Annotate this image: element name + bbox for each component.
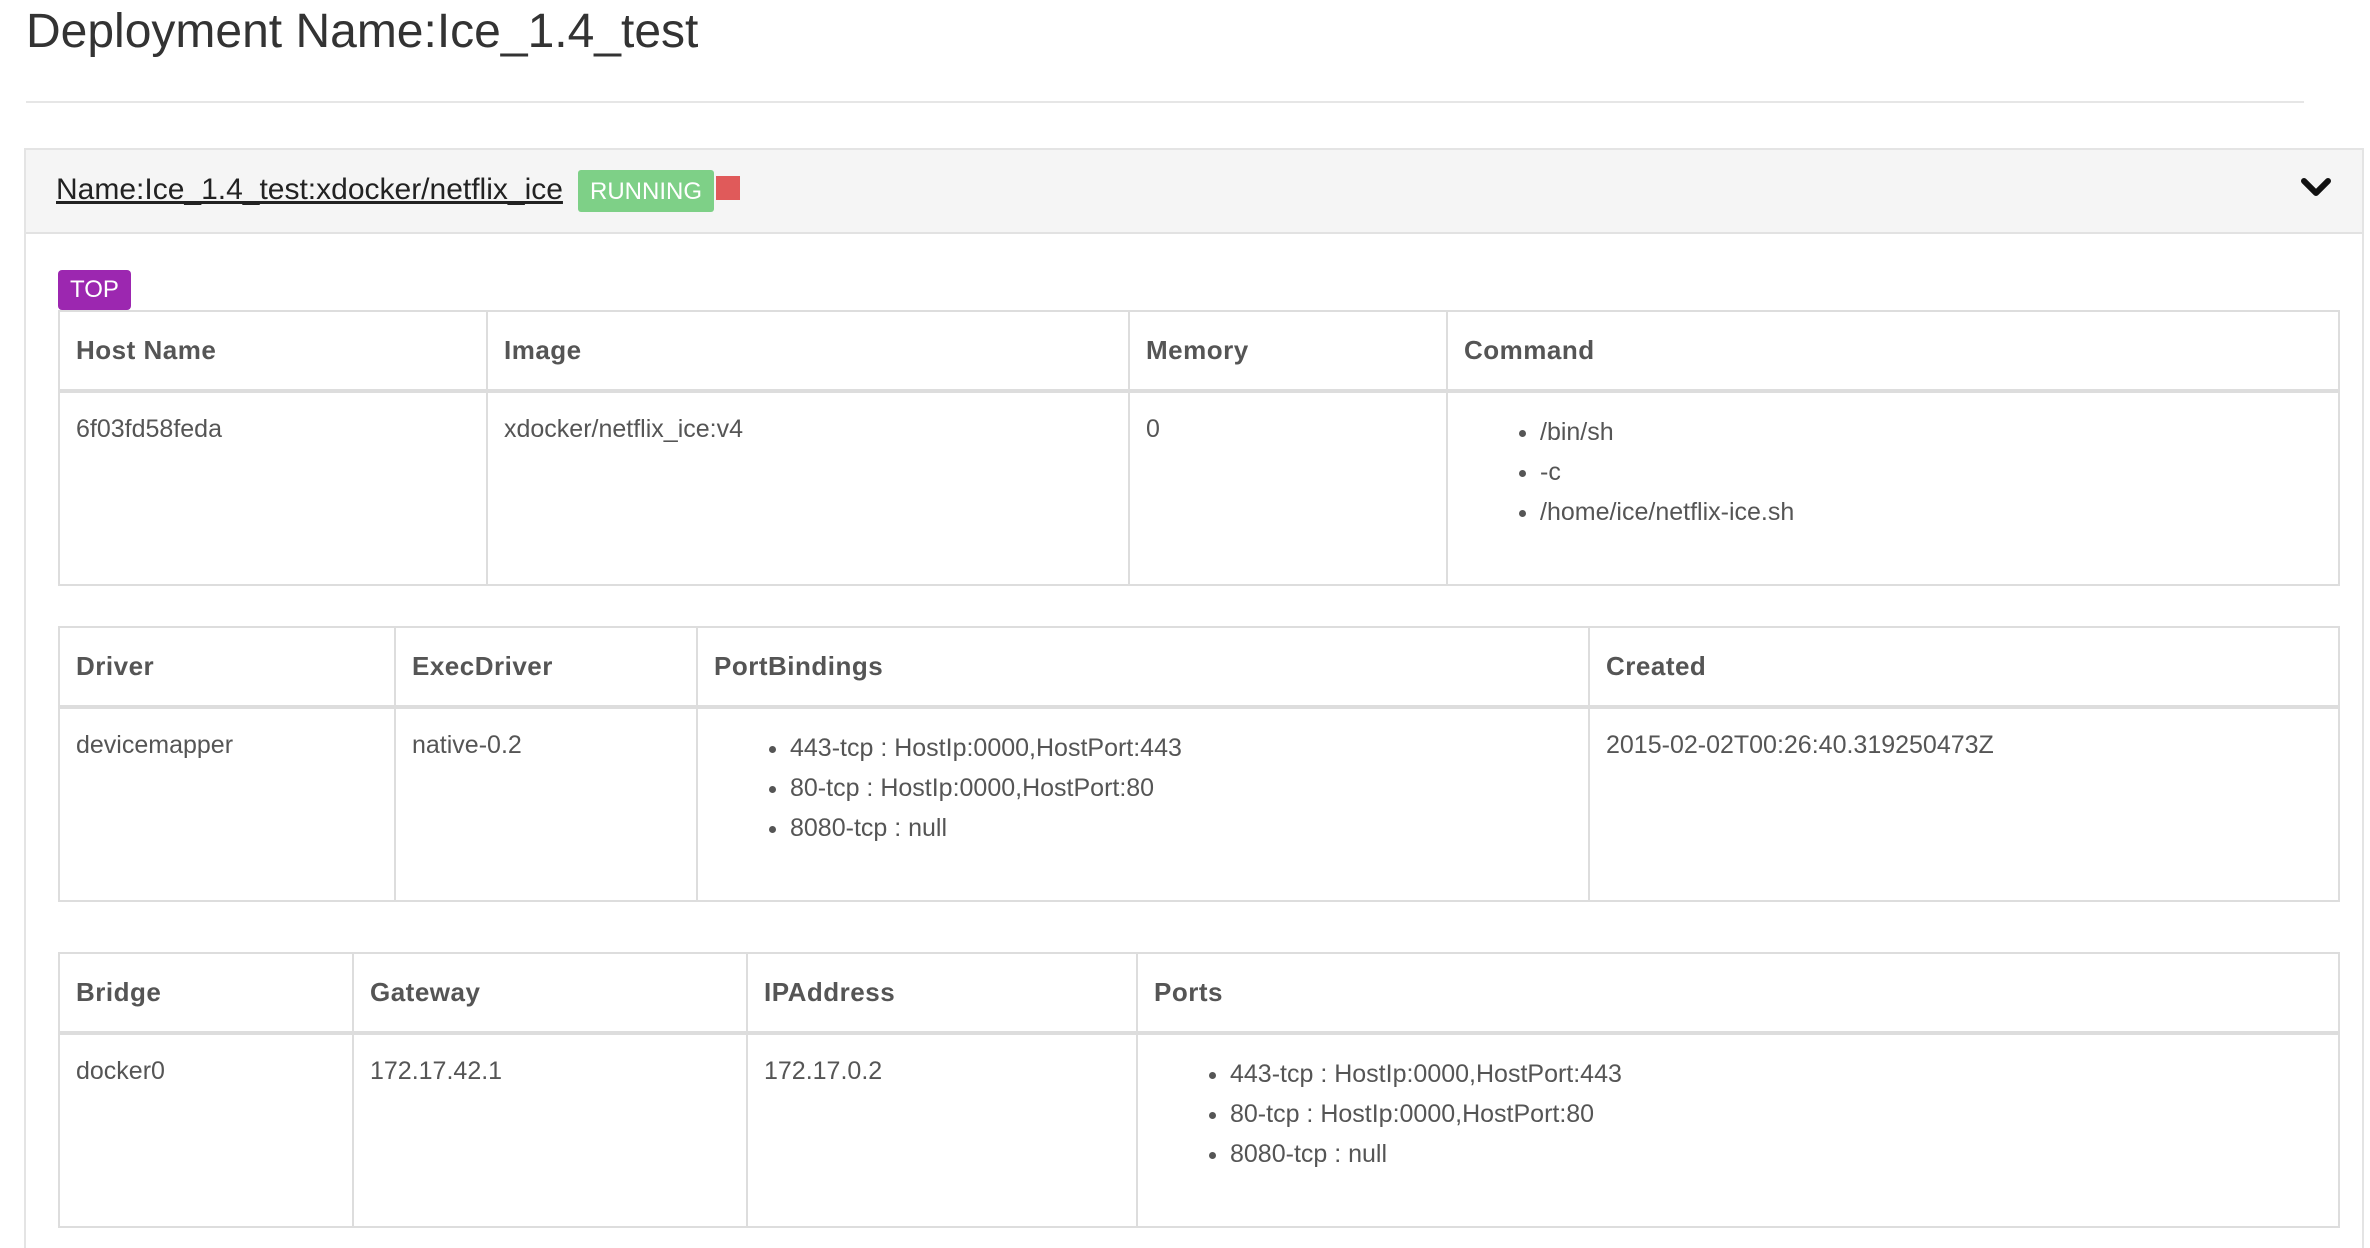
top-button[interactable]: TOP (58, 270, 131, 310)
port-bindings-cell: 443-tcp : HostIp:0000,HostPort:443 80-tc… (696, 706, 1590, 902)
chevron-down-icon[interactable] (2296, 168, 2336, 208)
column-header: PortBindings (696, 626, 1590, 709)
page-title: Deployment Name:Ice_1.4_test (26, 5, 699, 58)
command-cell: /bin/sh -c /home/ice/netflix-ice.sh (1446, 390, 2340, 586)
host-name-cell: 6f03fd58feda (58, 390, 488, 586)
list-item: 8080-tcp : null (790, 805, 1572, 851)
created-cell: 2015-02-02T00:26:40.319250473Z (1588, 706, 2340, 902)
table-header-row: Driver ExecDriver PortBindings Created (58, 626, 2340, 709)
page: Deployment Name:Ice_1.4_test Name:Ice_1.… (0, 0, 2370, 1248)
exec-driver-cell: native-0.2 (394, 706, 698, 902)
column-header: Gateway (352, 952, 748, 1035)
title-divider (26, 101, 2304, 103)
ip-address-cell: 172.17.0.2 (746, 1032, 1138, 1228)
table-row: 6f03fd58feda xdocker/netflix_ice:v4 0 /b… (58, 390, 2340, 586)
table-header-row: Host Name Image Memory Command (58, 310, 2340, 393)
column-header: Host Name (58, 310, 488, 393)
column-header: Ports (1136, 952, 2340, 1035)
column-header: Bridge (58, 952, 354, 1035)
deployment-panel: Name:Ice_1.4_test:xdocker/netflix_ice RU… (24, 148, 2364, 1248)
image-cell: xdocker/netflix_ice:v4 (486, 390, 1130, 586)
gateway-cell: 172.17.42.1 (352, 1032, 748, 1228)
column-header: Image (486, 310, 1130, 393)
ports-list: 443-tcp : HostIp:0000,HostPort:443 80-tc… (1154, 1051, 2322, 1177)
list-item: /home/ice/netflix-ice.sh (1540, 489, 2322, 535)
table-row: devicemapper native-0.2 443-tcp : HostIp… (58, 706, 2340, 902)
driver-cell: devicemapper (58, 706, 396, 902)
table-row: docker0 172.17.42.1 172.17.0.2 443-tcp :… (58, 1032, 2340, 1228)
column-header: Driver (58, 626, 396, 709)
ports-cell: 443-tcp : HostIp:0000,HostPort:443 80-tc… (1136, 1032, 2340, 1228)
column-header: Created (1588, 626, 2340, 709)
memory-cell: 0 (1128, 390, 1448, 586)
driver-info-table: Driver ExecDriver PortBindings Created d… (58, 626, 2340, 902)
container-info-table: Host Name Image Memory Command 6f03fd58f… (58, 310, 2340, 586)
network-info-table: Bridge Gateway IPAddress Ports docker0 1… (58, 952, 2340, 1228)
stop-square-icon[interactable] (716, 176, 740, 200)
column-header: Command (1446, 310, 2340, 393)
status-badge: RUNNING (578, 170, 714, 212)
column-header: IPAddress (746, 952, 1138, 1035)
command-list: /bin/sh -c /home/ice/netflix-ice.sh (1464, 409, 2322, 535)
table-header-row: Bridge Gateway IPAddress Ports (58, 952, 2340, 1035)
panel-header[interactable]: Name:Ice_1.4_test:xdocker/netflix_ice RU… (26, 150, 2362, 234)
list-item: 8080-tcp : null (1230, 1131, 2322, 1177)
port-bindings-list: 443-tcp : HostIp:0000,HostPort:443 80-tc… (714, 725, 1572, 851)
column-header: ExecDriver (394, 626, 698, 709)
container-name-link[interactable]: Name:Ice_1.4_test:xdocker/netflix_ice (56, 170, 563, 210)
column-header: Memory (1128, 310, 1448, 393)
bridge-cell: docker0 (58, 1032, 354, 1228)
